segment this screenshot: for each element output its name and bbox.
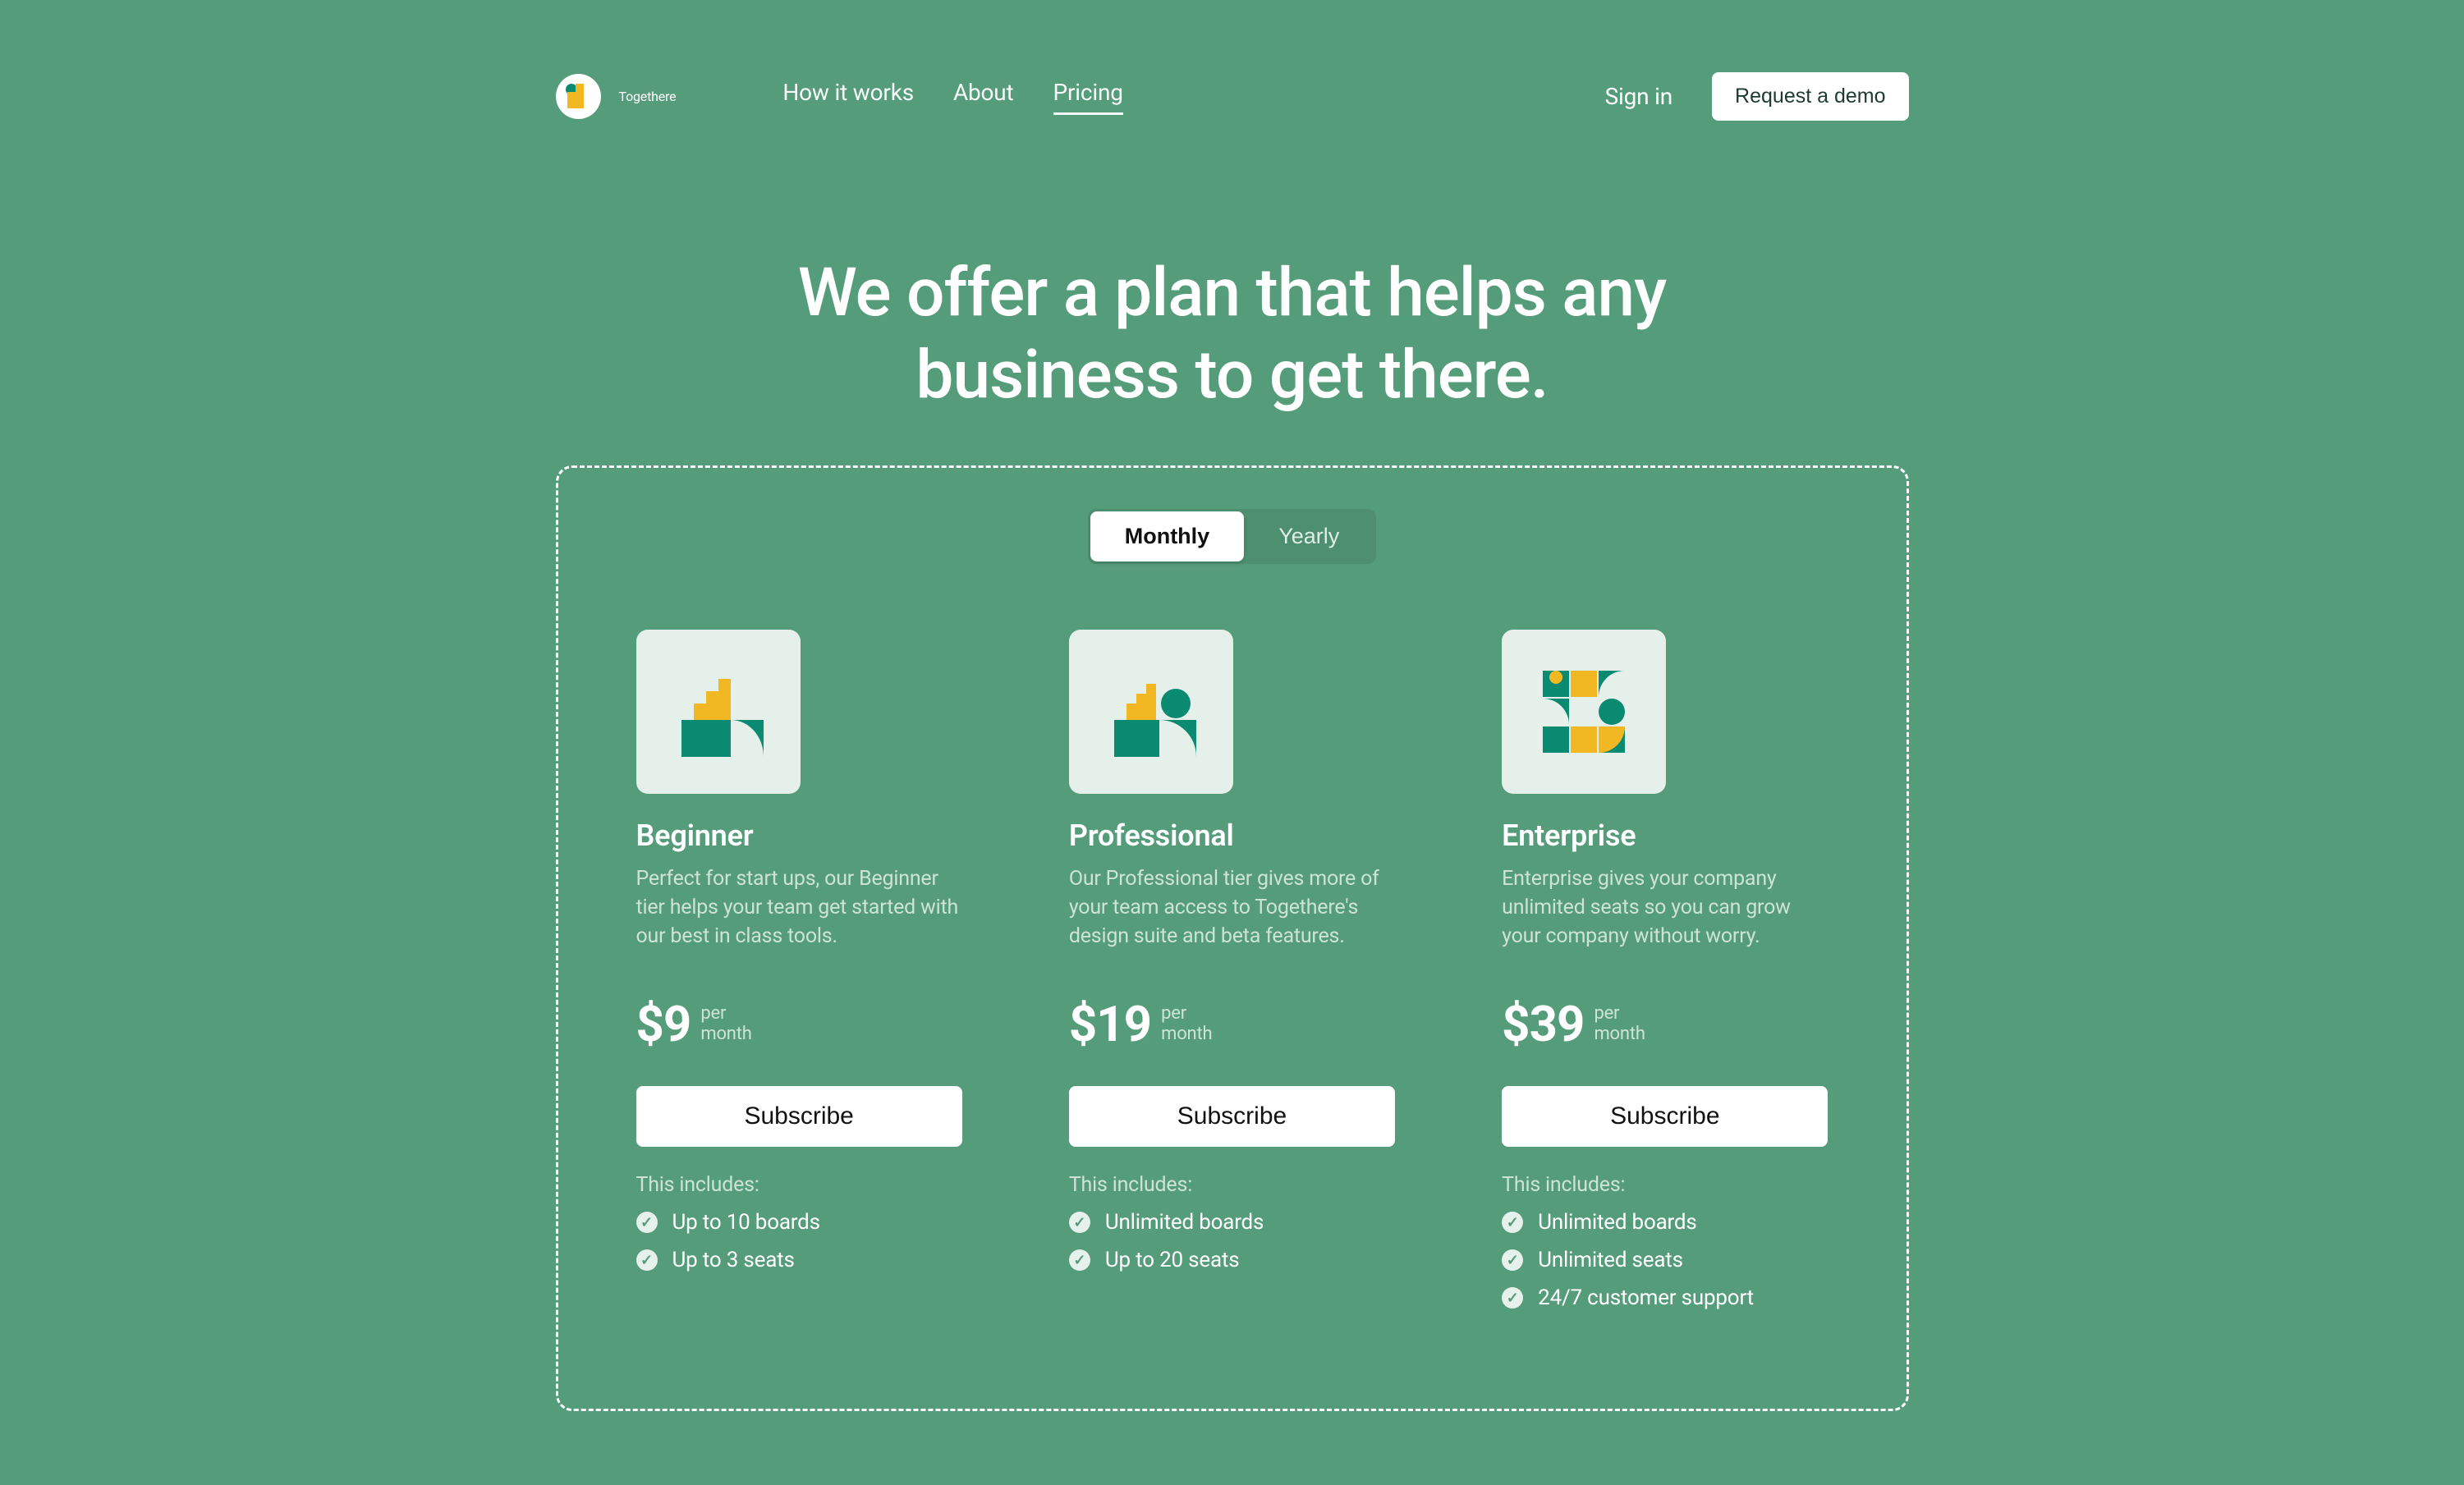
plan-professional-includes-label: This includes: (1069, 1173, 1395, 1197)
page-headline: We offer a plan that helps any business … (556, 252, 1909, 416)
feature-text: Up to 20 seats (1105, 1248, 1240, 1272)
plan-enterprise: Enterprise Enterprise gives your company… (1502, 630, 1828, 1310)
plan-enterprise-subscribe-button[interactable]: Subscribe (1502, 1086, 1828, 1147)
sign-in-link[interactable]: Sign in (1605, 83, 1672, 110)
plan-beginner-price: $9 (636, 995, 691, 1053)
nav-actions: Sign in Request a demo (1605, 72, 1909, 121)
check-icon: ✓ (636, 1249, 658, 1271)
check-icon: ✓ (1502, 1212, 1523, 1233)
plan-professional-feature-list: ✓ Unlimited boards ✓ Up to 20 seats (1069, 1210, 1395, 1272)
plan-professional-desc: Our Professional tier gives more of your… (1069, 864, 1395, 951)
plan-beginner-desc: Perfect for start ups, our Beginner tier… (636, 864, 962, 951)
feature-text: Up to 3 seats (672, 1248, 795, 1272)
billing-toggle-monthly[interactable]: Monthly (1090, 511, 1244, 561)
feature-text: Unlimited boards (1538, 1210, 1696, 1235)
plan-enterprise-per: per month (1594, 1004, 1645, 1043)
plan-professional-subscribe-button[interactable]: Subscribe (1069, 1086, 1395, 1147)
plan-professional-price: $19 (1069, 995, 1151, 1053)
plan-professional: Professional Our Professional tier gives… (1069, 630, 1395, 1310)
list-item: ✓ Unlimited boards (1069, 1210, 1395, 1235)
top-nav: Togethere How it works About Pricing Sig… (556, 72, 1909, 121)
plan-enterprise-price: $39 (1502, 995, 1584, 1053)
nav-links: How it works About Pricing (782, 79, 1122, 115)
headline-line-1: We offer a plan that helps any (798, 254, 1667, 332)
plan-professional-per: per month (1161, 1004, 1212, 1043)
list-item: ✓ Up to 3 seats (636, 1248, 962, 1272)
plan-enterprise-name: Enterprise (1502, 818, 1828, 853)
plan-beginner-per: per month (700, 1004, 751, 1043)
list-item: ✓ Up to 20 seats (1069, 1248, 1395, 1272)
headline-line-2: business to get there. (915, 336, 1548, 415)
list-item: ✓ 24/7 customer support (1502, 1286, 1828, 1310)
nav-link-how-it-works[interactable]: How it works (782, 79, 914, 115)
check-icon: ✓ (636, 1212, 658, 1233)
plan-beginner: Beginner Perfect for start ups, our Begi… (636, 630, 962, 1310)
brand-logo-icon (556, 74, 601, 119)
list-item: ✓ Unlimited seats (1502, 1248, 1828, 1272)
billing-toggle: Monthly Yearly (1088, 509, 1377, 564)
brand[interactable]: Togethere (556, 74, 677, 119)
plan-enterprise-includes-label: This includes: (1502, 1173, 1828, 1197)
plan-beginner-name: Beginner (636, 818, 962, 853)
check-icon: ✓ (1069, 1249, 1090, 1271)
plan-beginner-feature-list: ✓ Up to 10 boards ✓ Up to 3 seats (636, 1210, 962, 1272)
check-icon: ✓ (1502, 1287, 1523, 1309)
plan-row: Beginner Perfect for start ups, our Begi… (636, 630, 1828, 1310)
request-demo-button[interactable]: Request a demo (1712, 72, 1908, 121)
billing-toggle-yearly[interactable]: Yearly (1244, 511, 1374, 561)
plan-enterprise-feature-list: ✓ Unlimited boards ✓ Unlimited seats ✓ 2… (1502, 1210, 1828, 1310)
plan-enterprise-desc: Enterprise gives your company unlimited … (1502, 864, 1828, 951)
plan-beginner-subscribe-button[interactable]: Subscribe (636, 1086, 962, 1147)
nav-link-about[interactable]: About (953, 79, 1014, 115)
feature-text: Unlimited boards (1105, 1210, 1264, 1235)
feature-text: Up to 10 boards (672, 1210, 820, 1235)
pricing-box: Monthly Yearly Beginner (556, 465, 1909, 1411)
brand-name: Togethere (619, 89, 677, 104)
plan-professional-icon (1069, 630, 1233, 794)
check-icon: ✓ (1502, 1249, 1523, 1271)
list-item: ✓ Unlimited boards (1502, 1210, 1828, 1235)
plan-beginner-includes-label: This includes: (636, 1173, 962, 1197)
feature-text: 24/7 customer support (1538, 1286, 1754, 1310)
nav-link-pricing[interactable]: Pricing (1053, 79, 1123, 115)
plan-enterprise-icon (1502, 630, 1666, 794)
plan-beginner-icon (636, 630, 801, 794)
feature-text: Unlimited seats (1538, 1248, 1683, 1272)
plan-professional-name: Professional (1069, 818, 1395, 853)
check-icon: ✓ (1069, 1212, 1090, 1233)
list-item: ✓ Up to 10 boards (636, 1210, 962, 1235)
